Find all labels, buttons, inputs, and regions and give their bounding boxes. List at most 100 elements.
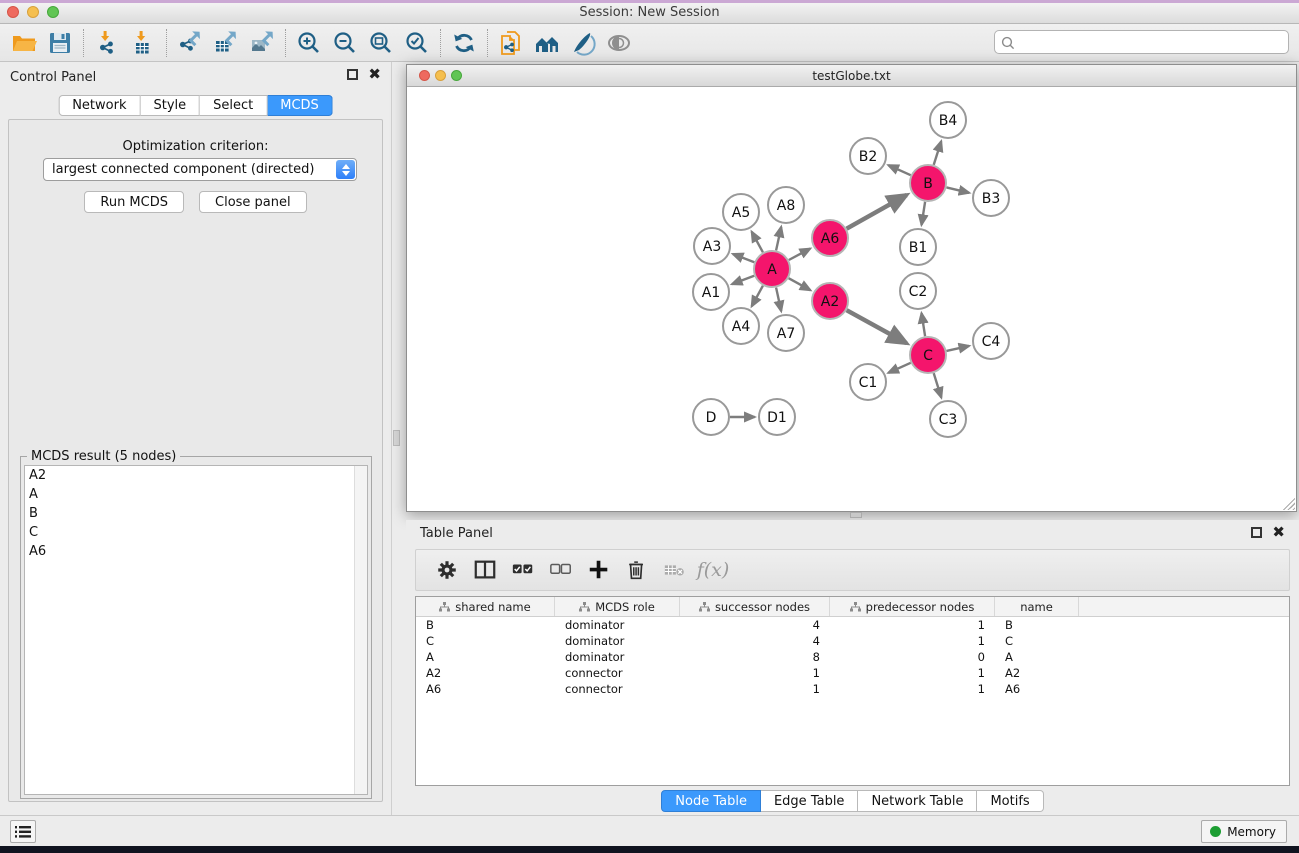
graph-node-A3[interactable]: A3	[694, 228, 730, 264]
graph-node-B1[interactable]: B1	[900, 229, 936, 265]
import-table-icon[interactable]	[125, 27, 161, 59]
tab-node-table[interactable]: Node Table	[661, 790, 761, 812]
edge-B-B3[interactable]	[947, 187, 970, 192]
table-row[interactable]: Cdominator41C	[416, 633, 1289, 649]
column-header-shared-name[interactable]: shared name	[416, 597, 555, 616]
edge-A-A7[interactable]	[776, 288, 781, 312]
cell-predecessor-nodes[interactable]: 1	[830, 665, 995, 681]
select-all-icon[interactable]	[508, 555, 538, 585]
tab-edge-table[interactable]: Edge Table	[761, 790, 858, 812]
cell-shared-name[interactable]: A2	[416, 665, 555, 681]
memory-button[interactable]: Memory	[1201, 820, 1287, 843]
cell-name[interactable]: A6	[995, 681, 1079, 697]
mcds-result-item[interactable]: A	[25, 485, 367, 504]
table-close-panel-icon[interactable]: ✖	[1272, 526, 1285, 539]
import-network-icon[interactable]	[89, 27, 125, 59]
edge-B-B2[interactable]	[888, 165, 910, 175]
edge-B-B4[interactable]	[934, 141, 942, 165]
edge-C-C3[interactable]	[934, 373, 942, 398]
edge-B-B1[interactable]	[922, 202, 926, 225]
cell-shared-name[interactable]: A	[416, 649, 555, 665]
edge-C-C1[interactable]	[888, 363, 910, 373]
edge-A-A1[interactable]	[732, 276, 754, 284]
tab-network[interactable]: Network	[58, 95, 140, 116]
edge-A-A8[interactable]	[776, 227, 781, 251]
cell-predecessor-nodes[interactable]: 0	[830, 649, 995, 665]
mcds-result-item[interactable]: C	[25, 523, 367, 542]
graph-node-A7[interactable]: A7	[768, 315, 804, 351]
column-header-MCDS-role[interactable]: MCDS role	[555, 597, 680, 616]
tab-motifs[interactable]: Motifs	[977, 790, 1043, 812]
export-network-icon[interactable]	[172, 27, 208, 59]
tab-mcds[interactable]: MCDS	[267, 95, 333, 116]
open-file-icon[interactable]	[6, 27, 42, 59]
graph-node-A2[interactable]: A2	[812, 283, 848, 319]
table-row[interactable]: Adominator80A	[416, 649, 1289, 665]
close-panel-button[interactable]: Close panel	[199, 191, 307, 213]
graph-node-A1[interactable]: A1	[693, 274, 729, 310]
gear-icon[interactable]	[432, 555, 462, 585]
graph-node-C3[interactable]: C3	[930, 401, 966, 437]
graph-node-B[interactable]: B	[910, 165, 946, 201]
zoom-out-icon[interactable]	[327, 27, 363, 59]
network-canvas[interactable]: AA1A2A3A4A5A6A7A8BB1B2B3B4CC1C2C3C4DD1	[407, 87, 1296, 511]
tab-network-table[interactable]: Network Table	[858, 790, 977, 812]
cell-predecessor-nodes[interactable]: 1	[830, 681, 995, 697]
edge-A-A6[interactable]	[789, 249, 810, 260]
edge-A-A2[interactable]	[789, 278, 811, 290]
cell-shared-name[interactable]: C	[416, 633, 555, 649]
zoom-in-icon[interactable]	[291, 27, 327, 59]
run-mcds-button[interactable]: Run MCDS	[84, 191, 184, 213]
cell-successor-nodes[interactable]: 1	[680, 665, 830, 681]
cell-MCDS-role[interactable]: connector	[555, 665, 680, 681]
zoom-selected-icon[interactable]	[399, 27, 435, 59]
graph-node-A8[interactable]: A8	[768, 187, 804, 223]
cell-successor-nodes[interactable]: 1	[680, 681, 830, 697]
style-brush-icon[interactable]	[565, 27, 601, 59]
panel-divider-handle[interactable]	[393, 430, 400, 446]
graph-node-B2[interactable]: B2	[850, 138, 886, 174]
graph-node-A4[interactable]: A4	[723, 308, 759, 344]
edge-A-A3[interactable]	[733, 254, 754, 262]
mcds-result-item[interactable]: B	[25, 504, 367, 523]
tab-style[interactable]: Style	[140, 95, 200, 116]
edge-A-A5[interactable]	[752, 232, 763, 253]
result-list-scrollbar[interactable]	[354, 466, 367, 794]
cell-MCDS-role[interactable]: connector	[555, 681, 680, 697]
save-session-icon[interactable]	[42, 27, 78, 59]
column-header-successor-nodes[interactable]: successor nodes	[680, 597, 830, 616]
graph-node-C1[interactable]: C1	[850, 364, 886, 400]
duplicate-network-icon[interactable]	[493, 27, 529, 59]
table-row[interactable]: Bdominator41B	[416, 617, 1289, 633]
add-row-icon[interactable]	[584, 555, 614, 585]
network-resize-grip[interactable]	[1283, 498, 1295, 510]
table-row[interactable]: A6connector11A6	[416, 681, 1289, 697]
graph-node-A5[interactable]: A5	[723, 194, 759, 230]
cell-successor-nodes[interactable]: 8	[680, 649, 830, 665]
cell-shared-name[interactable]: B	[416, 617, 555, 633]
graph-node-C2[interactable]: C2	[900, 273, 936, 309]
cell-name[interactable]: B	[995, 617, 1079, 633]
cell-successor-nodes[interactable]: 4	[680, 633, 830, 649]
node-table[interactable]: shared nameMCDS rolesuccessor nodesprede…	[415, 596, 1290, 786]
cell-predecessor-nodes[interactable]: 1	[830, 617, 995, 633]
cell-name[interactable]: C	[995, 633, 1079, 649]
home-icon[interactable]	[529, 27, 565, 59]
close-panel-icon[interactable]: ✖	[368, 68, 381, 81]
graph-node-D[interactable]: D	[693, 399, 729, 435]
cell-name[interactable]: A	[995, 649, 1079, 665]
cell-MCDS-role[interactable]: dominator	[555, 649, 680, 665]
edge-C-C2[interactable]	[922, 313, 926, 336]
graph-node-D1[interactable]: D1	[759, 399, 795, 435]
mcds-result-list[interactable]: A2ABCA6	[24, 465, 368, 795]
fx-icon[interactable]: f(x)	[698, 555, 728, 585]
cell-name[interactable]: A2	[995, 665, 1079, 681]
deselect-all-icon[interactable]	[546, 555, 576, 585]
column-header-name[interactable]: name	[995, 597, 1079, 616]
cell-shared-name[interactable]: A6	[416, 681, 555, 697]
cell-MCDS-role[interactable]: dominator	[555, 633, 680, 649]
mcds-result-item[interactable]: A6	[25, 542, 367, 561]
graph-node-A[interactable]: A	[754, 251, 790, 287]
table-row[interactable]: A2connector11A2	[416, 665, 1289, 681]
search-input[interactable]	[994, 30, 1289, 54]
